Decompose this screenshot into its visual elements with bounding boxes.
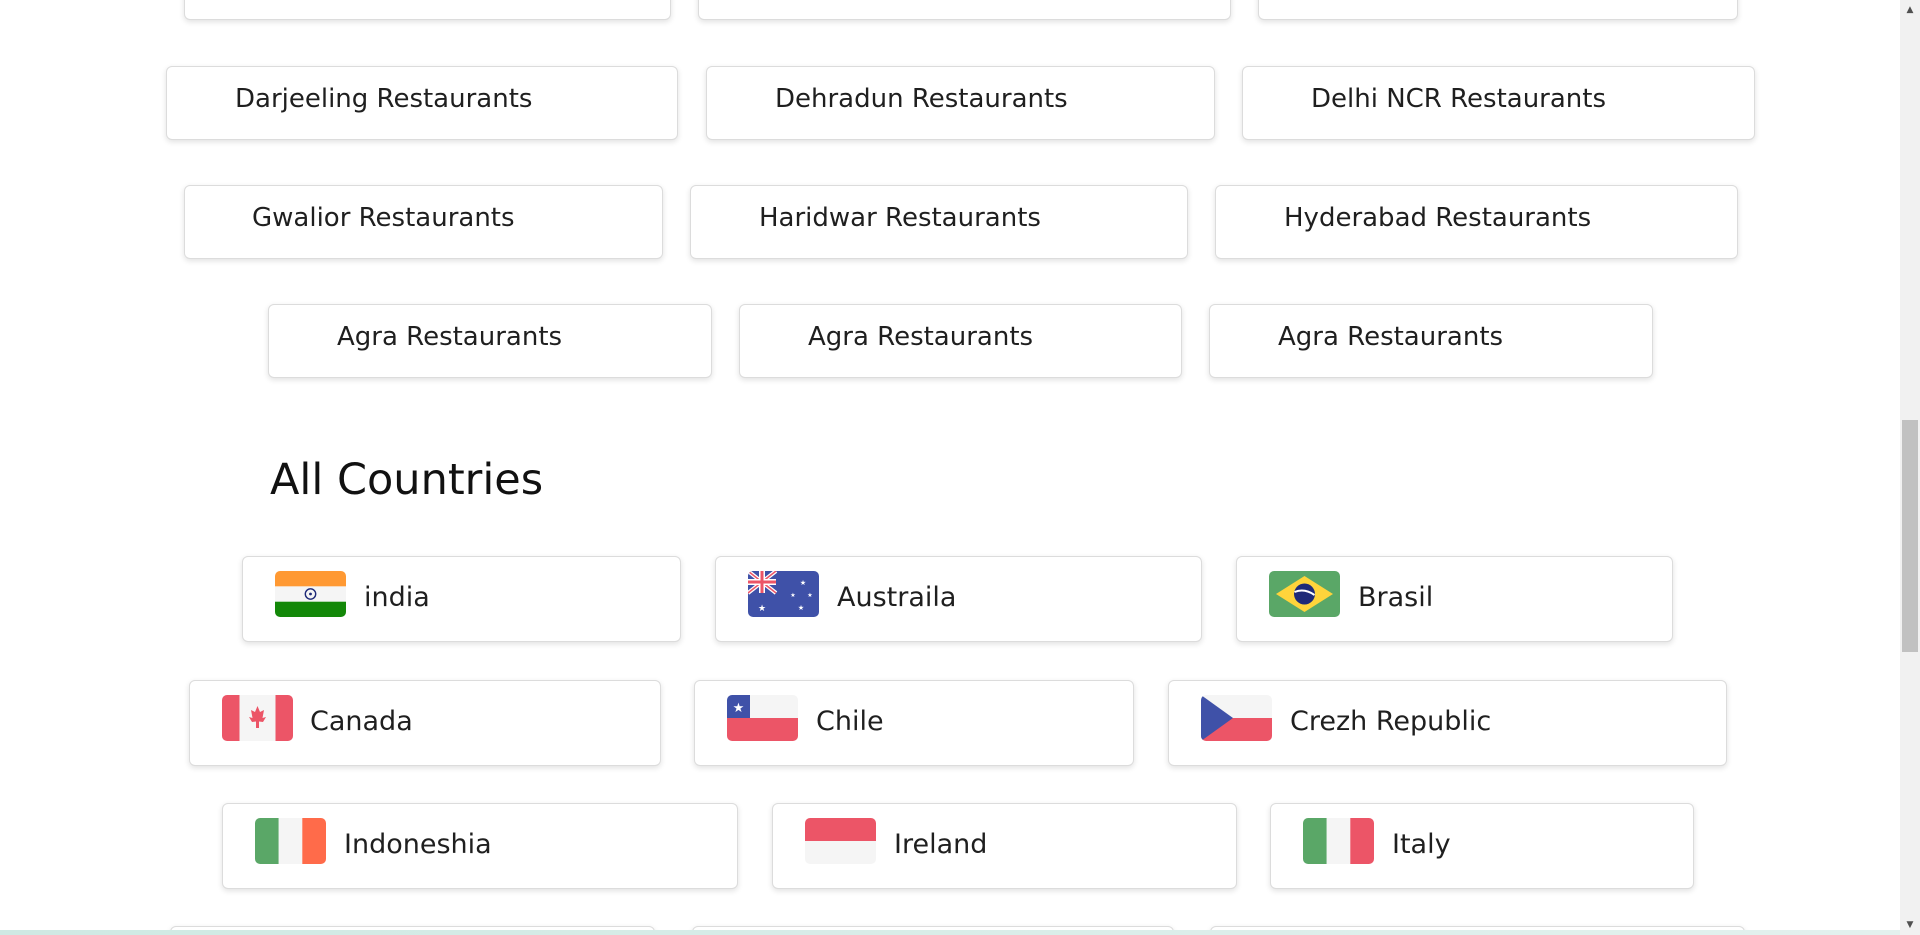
restaurant-card-label: Haridwar Restaurants bbox=[759, 203, 1041, 233]
svg-text:★: ★ bbox=[733, 701, 745, 716]
country-card-canada[interactable]: Canada bbox=[189, 680, 661, 766]
country-label: Austraila bbox=[837, 582, 957, 613]
country-card-czech-republic[interactable]: Crezh Republic bbox=[1168, 680, 1727, 766]
svg-text:★: ★ bbox=[800, 579, 806, 587]
czech-republic-flag-icon bbox=[1201, 695, 1272, 741]
indonesia-flag-icon bbox=[255, 818, 326, 864]
australia-flag-icon: ★ ★ ★ ★ ★ bbox=[748, 571, 819, 617]
restaurant-card-label: Agra Restaurants bbox=[808, 322, 1034, 352]
restaurant-card-partial[interactable] bbox=[1258, 0, 1738, 20]
canada-flag-icon bbox=[222, 695, 293, 741]
restaurant-card-label: Hyderabad Restaurants bbox=[1284, 203, 1592, 233]
restaurant-card-agra[interactable]: Agra Restaurants bbox=[1209, 304, 1653, 378]
restaurant-card-haridwar[interactable]: Haridwar Restaurants bbox=[690, 185, 1188, 259]
country-label: india bbox=[364, 582, 430, 613]
country-card-indonesia[interactable]: Indoneshia bbox=[222, 803, 738, 889]
restaurant-card-dehradun[interactable]: Dehradun Restaurants bbox=[706, 66, 1215, 140]
chile-flag-icon: ★ bbox=[727, 695, 798, 741]
country-card-ireland[interactable]: Ireland bbox=[772, 803, 1237, 889]
scroll-up-arrow-icon[interactable]: ▲ bbox=[1900, 0, 1920, 20]
restaurant-card-label: Agra Restaurants bbox=[337, 322, 563, 352]
page-viewport: Darjeeling Restaurants Dehradun Restaura… bbox=[0, 0, 1900, 935]
country-label: Chile bbox=[816, 706, 884, 737]
section-title: All Countries bbox=[270, 455, 544, 505]
country-label: Crezh Republic bbox=[1290, 706, 1492, 737]
country-label: Ireland bbox=[894, 829, 988, 860]
country-label: Indoneshia bbox=[344, 829, 492, 860]
svg-text:★: ★ bbox=[798, 604, 804, 612]
brazil-flag-icon bbox=[1269, 571, 1340, 617]
ireland-flag-icon bbox=[805, 818, 876, 864]
restaurant-card-agra[interactable]: Agra Restaurants bbox=[739, 304, 1182, 378]
restaurant-card-partial[interactable] bbox=[698, 0, 1231, 20]
svg-text:★: ★ bbox=[790, 592, 795, 599]
italy-flag-icon bbox=[1303, 818, 1374, 864]
scroll-down-arrow-icon[interactable]: ▼ bbox=[1900, 915, 1920, 935]
restaurant-card-gwalior[interactable]: Gwalior Restaurants bbox=[184, 185, 663, 259]
country-card-brazil[interactable]: Brasil bbox=[1236, 556, 1673, 642]
bottom-edge-strip bbox=[0, 930, 1900, 935]
restaurant-card-label: Dehradun Restaurants bbox=[775, 84, 1068, 114]
svg-text:★: ★ bbox=[807, 592, 812, 599]
svg-text:★: ★ bbox=[758, 604, 766, 614]
country-card-australia[interactable]: ★ ★ ★ ★ ★ Austraila bbox=[715, 556, 1202, 642]
vertical-scrollbar[interactable]: ▲ ▼ bbox=[1900, 0, 1920, 935]
restaurant-card-label: Gwalior Restaurants bbox=[252, 203, 515, 233]
restaurant-card-label: Delhi NCR Restaurants bbox=[1311, 84, 1607, 114]
country-card-chile[interactable]: ★ Chile bbox=[694, 680, 1134, 766]
restaurant-card-label: Darjeeling Restaurants bbox=[235, 84, 533, 114]
restaurant-card-partial[interactable] bbox=[184, 0, 671, 20]
restaurant-card-label: Agra Restaurants bbox=[1278, 322, 1504, 352]
country-label: Brasil bbox=[1358, 582, 1434, 613]
country-label: Canada bbox=[310, 706, 413, 737]
country-card-italy[interactable]: Italy bbox=[1270, 803, 1694, 889]
restaurant-card-darjeeling[interactable]: Darjeeling Restaurants bbox=[166, 66, 678, 140]
scrollbar-thumb[interactable] bbox=[1902, 420, 1918, 652]
restaurant-card-delhi-ncr[interactable]: Delhi NCR Restaurants bbox=[1242, 66, 1755, 140]
restaurant-card-agra[interactable]: Agra Restaurants bbox=[268, 304, 712, 378]
india-flag-icon bbox=[275, 571, 346, 617]
restaurant-card-hyderabad[interactable]: Hyderabad Restaurants bbox=[1215, 185, 1738, 259]
country-label: Italy bbox=[1392, 829, 1451, 860]
country-card-india[interactable]: india bbox=[242, 556, 681, 642]
